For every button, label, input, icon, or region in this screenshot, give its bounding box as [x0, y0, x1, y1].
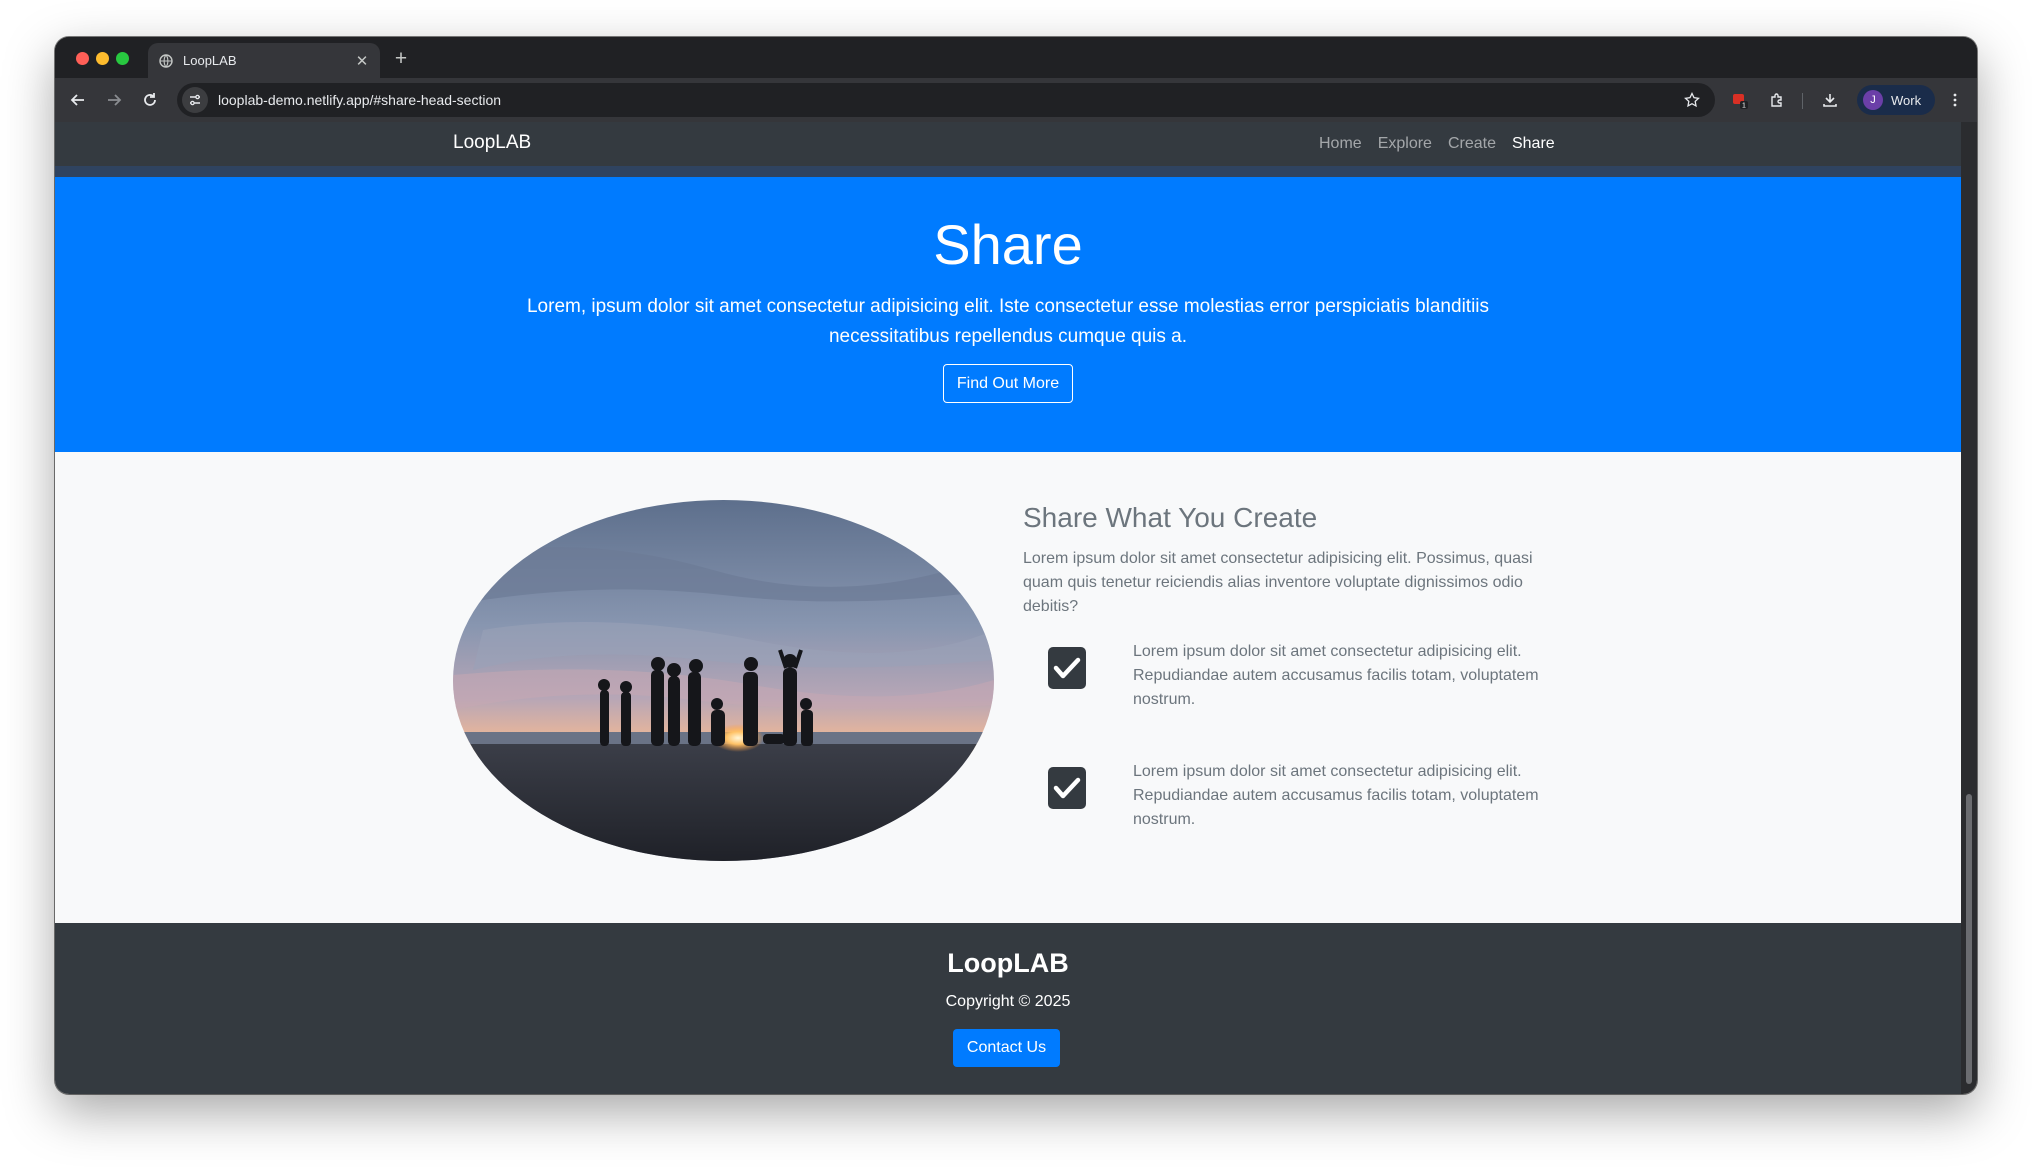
profile-label: Work — [1891, 92, 1922, 108]
back-icon[interactable] — [63, 85, 93, 115]
footer-brand: LoopLAB — [947, 948, 1069, 978]
navbar-divider — [55, 166, 1961, 177]
check-square-icon — [1048, 647, 1086, 689]
minimize-window-button[interactable] — [96, 52, 109, 65]
site-footer: LoopLAB Copyright © 2025 Contact Us — [55, 923, 1961, 1094]
page-viewport: LoopLAB Home Explore Create Share Share … — [55, 122, 1977, 1094]
nav-link-explore[interactable]: Explore — [1378, 135, 1432, 153]
close-tab-icon[interactable]: ✕ — [354, 53, 370, 70]
nav-link-home[interactable]: Home — [1319, 135, 1362, 153]
section-heading: Share What You Create — [1023, 502, 1318, 533]
section-intro: Lorem ipsum dolor sit amet consectetur a… — [1023, 550, 1533, 615]
check-square-icon — [1048, 767, 1086, 809]
hero-section: Share Lorem, ipsum dolor sit amet consec… — [55, 177, 1961, 452]
browser-window: LoopLAB ✕ + looplab-demo.netlify.app/#sh… — [55, 37, 1977, 1094]
url-text[interactable]: looplab-demo.netlify.app/#share-head-sec… — [218, 92, 1677, 108]
browser-toolbar: looplab-demo.netlify.app/#share-head-sec… — [55, 78, 1977, 122]
download-icon[interactable] — [1815, 85, 1845, 115]
hero-title: Share — [933, 213, 1083, 276]
site-navbar: LoopLAB Home Explore Create Share — [55, 122, 1961, 166]
close-window-button[interactable] — [76, 52, 89, 65]
nav-links: Home Explore Create Share — [1319, 135, 1555, 153]
reload-icon[interactable] — [135, 85, 165, 115]
page-content: LoopLAB Home Explore Create Share Share … — [55, 122, 1961, 1094]
avatar: J — [1863, 90, 1883, 110]
nav-link-share[interactable]: Share — [1512, 135, 1555, 153]
share-section: Share What You Create Lorem ipsum dolor … — [55, 452, 1961, 923]
contact-us-button[interactable]: Contact Us — [953, 1029, 1060, 1067]
forward-icon[interactable] — [99, 85, 129, 115]
tab-strip: LoopLAB ✕ + — [55, 37, 1977, 78]
find-out-more-button[interactable]: Find Out More — [943, 364, 1073, 403]
toolbar-divider — [1802, 93, 1803, 109]
bonfire-photo — [453, 500, 994, 861]
copyright-text: Copyright © 2025 — [945, 993, 1071, 1010]
profile-button[interactable]: J Work — [1857, 85, 1935, 115]
scrollbar-thumb[interactable] — [1966, 794, 1972, 1084]
globe-icon — [158, 53, 174, 69]
address-bar[interactable]: looplab-demo.netlify.app/#share-head-sec… — [177, 83, 1715, 117]
extension-icon[interactable]: 1 — [1725, 85, 1755, 115]
star-icon[interactable] — [1677, 85, 1707, 115]
hero-text: Lorem, ipsum dolor sit amet consectetur … — [526, 296, 1490, 347]
navbar-brand[interactable]: LoopLAB — [453, 132, 531, 154]
browser-tab[interactable]: LoopLAB ✕ — [148, 43, 380, 78]
nav-link-create[interactable]: Create — [1448, 135, 1496, 153]
puzzle-icon[interactable] — [1762, 85, 1792, 115]
menu-icon[interactable] — [1940, 85, 1970, 115]
page-scrollbar[interactable] — [1961, 122, 1977, 1094]
new-tab-icon[interactable]: + — [389, 47, 413, 71]
extension-badge: 1 — [1742, 103, 1746, 110]
maximize-window-button[interactable] — [116, 52, 129, 65]
tab-title: LoopLAB — [183, 53, 237, 68]
feature-text: Lorem ipsum dolor sit amet consectetur a… — [1133, 763, 1539, 828]
site-info-icon[interactable] — [182, 87, 208, 113]
feature-text: Lorem ipsum dolor sit amet consectetur a… — [1133, 643, 1539, 708]
